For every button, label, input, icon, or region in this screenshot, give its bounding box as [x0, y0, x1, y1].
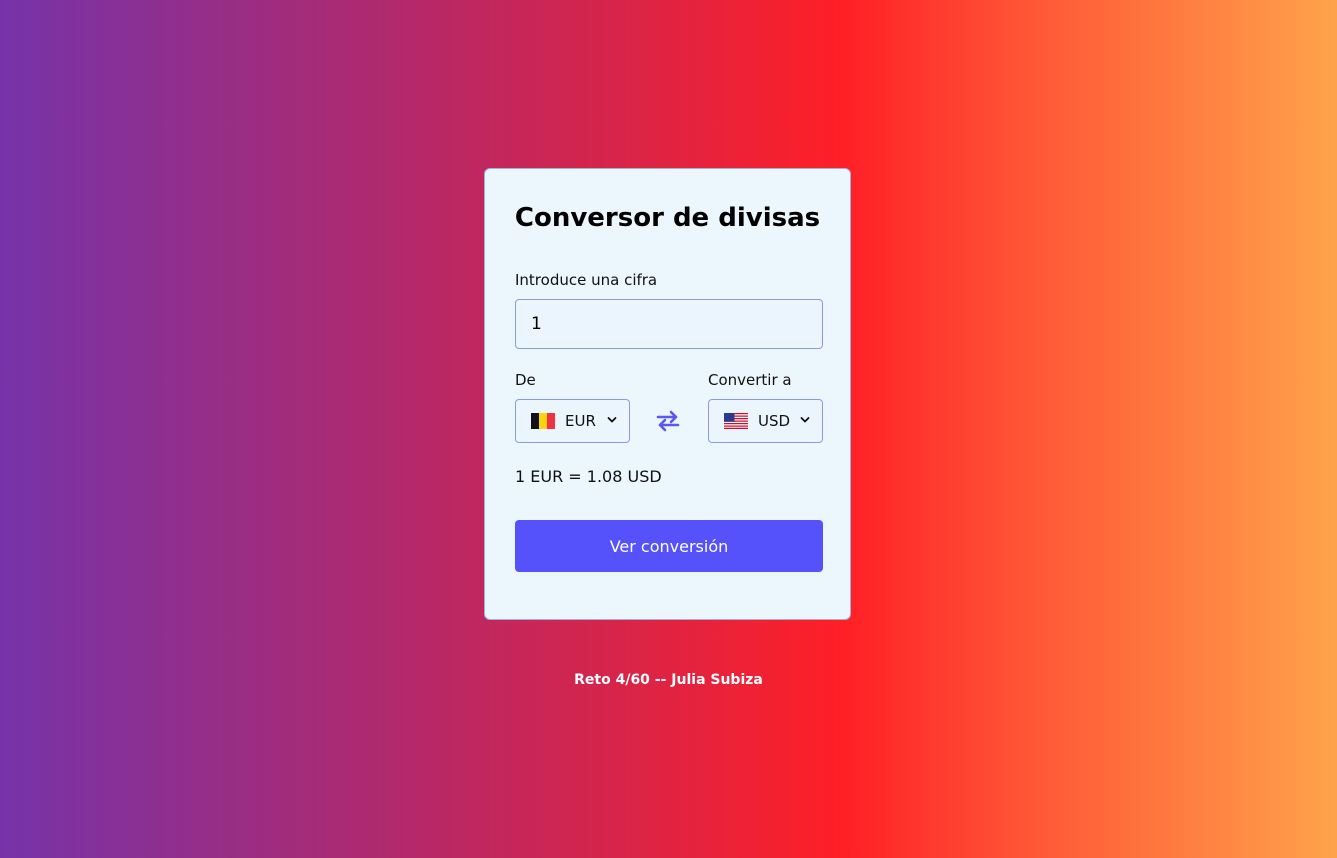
swap-arrows-icon[interactable] — [655, 409, 681, 433]
to-currency-select[interactable]: USD — [708, 399, 823, 443]
from-currency-select[interactable]: EUR — [515, 399, 630, 443]
exchange-rate-text: 1 EUR = 1.08 USD — [515, 467, 662, 486]
amount-input[interactable] — [515, 299, 823, 349]
to-label: Convertir a — [708, 371, 792, 389]
from-currency-code: EUR — [565, 412, 596, 430]
footer-credit: Reto 4/60 -- Julia Subiza — [574, 672, 763, 688]
from-label: De — [515, 371, 536, 389]
converter-card: Conversor de divisas Introduce una cifra… — [484, 168, 851, 620]
usa-flag-icon — [724, 413, 748, 429]
convert-button[interactable]: Ver conversión — [515, 520, 823, 572]
chevron-down-icon — [607, 417, 617, 423]
page-title: Conversor de divisas — [514, 203, 821, 233]
to-currency-code: USD — [758, 412, 791, 430]
chevron-down-icon — [800, 417, 810, 423]
belgium-flag-icon — [531, 413, 555, 429]
amount-label: Introduce una cifra — [515, 271, 658, 289]
